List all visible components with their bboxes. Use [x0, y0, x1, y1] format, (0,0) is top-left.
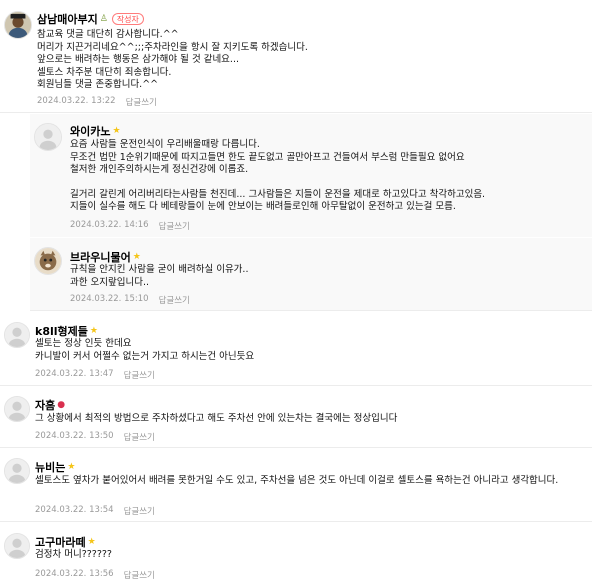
reply-button[interactable]: 답글쓰기: [124, 505, 155, 517]
reply-item: 와이카노 ★ 요즘 사람들 운전인식이 우리배울때랑 다릅니다. 무조건 법만 …: [30, 114, 592, 237]
star-icon: ★: [89, 325, 98, 336]
avatar[interactable]: [4, 322, 30, 348]
comment-date: 2024.03.22. 13:22: [37, 96, 116, 106]
author-tag: 작성자: [111, 13, 144, 25]
comment-item: 고구마라떼 ★ 검정차 머니?????? 2024.03.22. 13:56 답…: [0, 523, 592, 587]
comment-text: 그 상황에서 최적의 방법으로 주차하셨다고 해도 주차선 안에 있는차는 결국…: [35, 413, 398, 424]
avatar[interactable]: [4, 458, 30, 484]
comment-text: 규칙을 안지킨 사람을 굳이 배려하실 이유가.. 과한 오지랖입니다..: [70, 264, 249, 288]
comment-item: 뉴비는 ★ 셀토스도 옆차가 붙어있어서 배려를 못한거일 수도 있고, 주차선…: [0, 449, 592, 522]
reply-button[interactable]: 답글쓰기: [159, 294, 190, 306]
comment-date: 2024.03.22. 13:47: [35, 369, 114, 379]
comment-date: 2024.03.22. 15:10: [70, 294, 149, 304]
comment-date: 2024.03.22. 13:56: [35, 569, 114, 579]
comment-text: 요즘 사람들 운전인식이 우리배울때랑 다릅니다. 무조건 법만 1순위기때문에…: [70, 139, 486, 212]
comment-text: 참교육 댓글 대단히 감사합니다.^^ 머리가 지끈거리네요^^;;;주차라인을…: [37, 29, 308, 90]
avatar[interactable]: [34, 247, 62, 275]
avatar[interactable]: [4, 396, 30, 422]
reply-button[interactable]: 답글쓰기: [159, 220, 190, 232]
reply-button[interactable]: 답글쓰기: [124, 431, 155, 443]
avatar[interactable]: [4, 533, 30, 559]
comment-thread: 삼남매아부지 ♙ 작성자 참교육 댓글 대단히 감사합니다.^^ 머리가 지끈거…: [0, 0, 600, 587]
nickname[interactable]: 자흠: [35, 397, 55, 413]
star-icon: ★: [132, 251, 141, 262]
reply-item: 브라우니물어 ★ 규칙을 안지킨 사람을 굳이 배려하실 이유가.. 과한 오지…: [30, 238, 592, 311]
nickname[interactable]: 삼남매아부지: [37, 11, 98, 27]
comment-date: 2024.03.22. 13:50: [35, 431, 114, 441]
reply-button[interactable]: 답글쓰기: [124, 569, 155, 581]
avatar[interactable]: [34, 123, 62, 151]
nickname[interactable]: 와이카노: [70, 123, 110, 139]
comment-item: 삼남매아부지 ♙ 작성자 참교육 댓글 대단히 감사합니다.^^ 머리가 지끈거…: [0, 0, 592, 113]
star-icon: ★: [112, 125, 121, 136]
reply-button[interactable]: 답글쓰기: [124, 369, 155, 381]
comment-text: 검정차 머니??????: [35, 549, 112, 560]
comment-date: 2024.03.22. 13:54: [35, 505, 114, 515]
comment-item: 자흠 ● 그 상황에서 최적의 방법으로 주차하셨다고 해도 주차선 안에 있는…: [0, 387, 592, 448]
nickname[interactable]: 고구마라떼: [35, 534, 86, 550]
strawberry-icon: ●: [57, 399, 66, 410]
avatar[interactable]: [4, 11, 32, 39]
comment-text: 셀토스도 옆차가 붙어있어서 배려를 못한거일 수도 있고, 주차선을 넘은 것…: [35, 475, 559, 486]
nickname[interactable]: k8ll형제들: [35, 323, 88, 339]
nickname[interactable]: 브라우니물어: [70, 249, 131, 265]
star-icon: ★: [87, 536, 96, 547]
star-icon: ★: [67, 461, 76, 472]
comment-item: k8ll형제들 ★ 셀토는 정상 인듯 한데요 카니발이 커서 어쩔수 없는거 …: [0, 312, 592, 386]
comment-date: 2024.03.22. 14:16: [70, 220, 149, 230]
reply-button[interactable]: 답글쓰기: [126, 96, 157, 108]
nickname[interactable]: 뉴비는: [35, 459, 65, 475]
bean-icon: ♙: [99, 13, 108, 24]
comment-text: 셀토는 정상 인듯 한데요 카니발이 커서 어쩔수 없는거 가지고 하시는건 아…: [35, 338, 255, 362]
